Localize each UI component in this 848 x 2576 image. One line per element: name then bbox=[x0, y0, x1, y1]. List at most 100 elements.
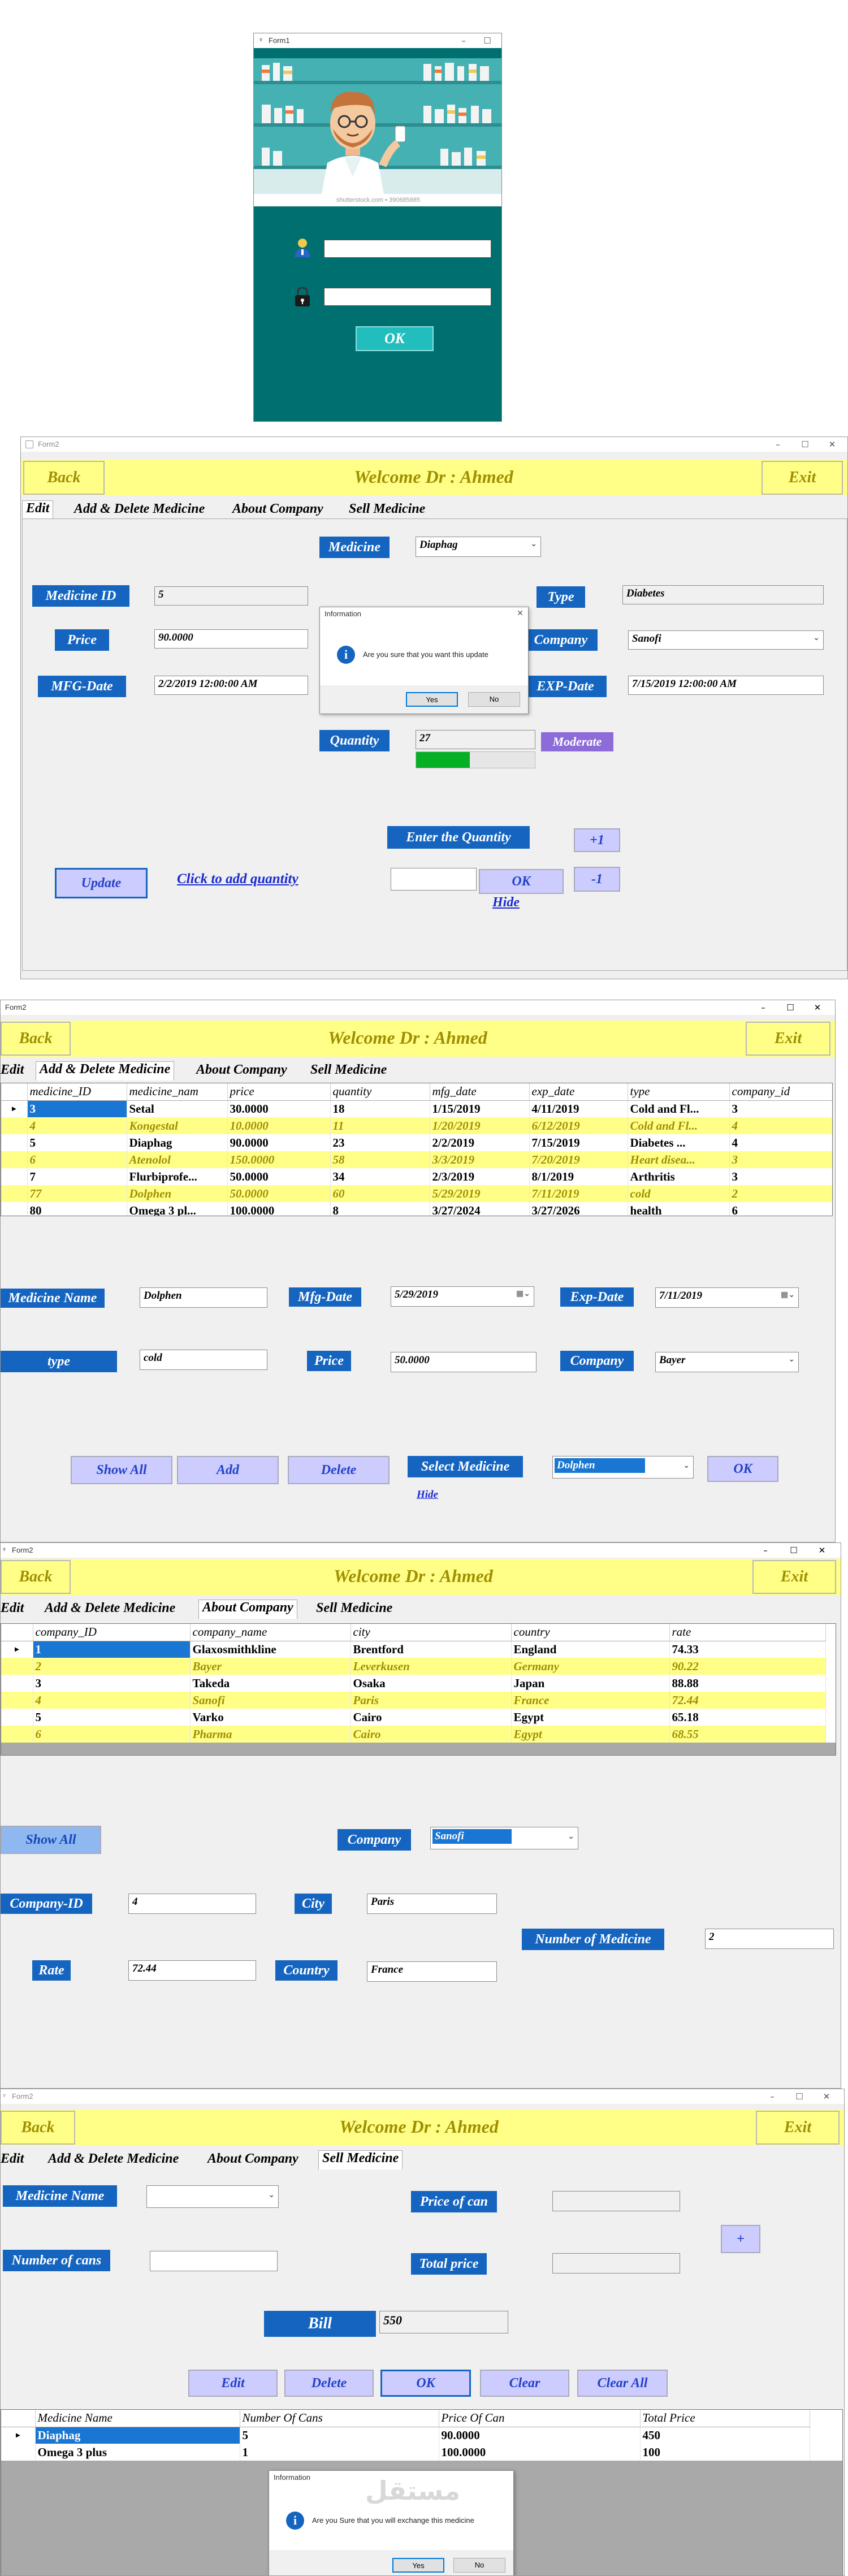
type-input[interactable]: cold bbox=[140, 1350, 267, 1370]
table-cell[interactable]: Sanofi bbox=[190, 1692, 351, 1709]
table-cell[interactable]: 2 bbox=[729, 1185, 832, 1202]
ok-button[interactable]: OK bbox=[380, 2370, 471, 2397]
close-icon[interactable]: ✕ bbox=[804, 1001, 830, 1014]
row-header[interactable] bbox=[1, 1151, 28, 1168]
table-cell[interactable]: Cairo bbox=[351, 1726, 512, 1743]
table-cell[interactable]: 7/15/2019 bbox=[529, 1134, 628, 1151]
username-input[interactable] bbox=[324, 240, 491, 258]
rate-field[interactable]: 72.44 bbox=[128, 1960, 256, 1981]
table-cell[interactable]: Takeda bbox=[190, 1675, 351, 1692]
table-cell[interactable]: 5 bbox=[33, 1709, 191, 1726]
table-cell[interactable]: 3 bbox=[729, 1100, 832, 1117]
country-field[interactable]: France bbox=[367, 1961, 497, 1982]
table-cell[interactable]: Diaphag bbox=[35, 2427, 240, 2444]
exit-button[interactable]: Exit bbox=[746, 1022, 830, 1056]
current-row-arrow-icon[interactable]: ▸ bbox=[1, 1641, 33, 1658]
table-cell[interactable]: 5/29/2019 bbox=[430, 1185, 530, 1202]
table-cell[interactable]: 23 bbox=[330, 1134, 430, 1151]
table-cell[interactable]: 5 bbox=[27, 1134, 127, 1151]
add-button[interactable]: Add bbox=[177, 1456, 279, 1484]
column-header[interactable]: company_id bbox=[729, 1083, 832, 1101]
table-cell[interactable]: Egypt bbox=[511, 1709, 670, 1726]
row-header[interactable] bbox=[1, 1202, 28, 1216]
medicine-id-field[interactable]: 5 bbox=[154, 586, 308, 606]
row-header[interactable] bbox=[1, 1185, 28, 1202]
table-cell[interactable]: Setal bbox=[127, 1100, 228, 1117]
tab-add-delete[interactable]: Add & Delete Medicine bbox=[36, 1061, 175, 1080]
maximize-icon[interactable]: ☐ bbox=[786, 2090, 812, 2103]
exp-date-picker[interactable]: 7/11/2019 ▦⌄ bbox=[655, 1287, 799, 1308]
tab-add-delete[interactable]: Add & Delete Medicine bbox=[45, 1601, 175, 1616]
table-cell[interactable]: Bayer bbox=[190, 1658, 351, 1675]
table-cell[interactable]: Flurbiprofe... bbox=[127, 1168, 228, 1185]
tab-edit[interactable]: Edit bbox=[1, 1062, 24, 1078]
table-cell[interactable]: 7 bbox=[27, 1168, 127, 1185]
company-select[interactable]: Sanofi ⌄ bbox=[628, 630, 824, 650]
table-cell[interactable]: Paris bbox=[351, 1692, 512, 1709]
column-header[interactable]: type bbox=[628, 1083, 730, 1101]
price-field[interactable]: 90.0000 bbox=[154, 629, 308, 649]
maximize-icon[interactable]: ☐ bbox=[781, 1544, 807, 1557]
tab-about-company[interactable]: About Company bbox=[232, 502, 323, 517]
table-cell[interactable]: Omega 3 plus bbox=[35, 2444, 240, 2461]
hide-link[interactable]: Hide bbox=[417, 1489, 438, 1501]
show-all-button[interactable]: Show All bbox=[1, 1826, 101, 1854]
select-medicine-combo[interactable]: Dolphen ⌄ bbox=[552, 1456, 694, 1479]
table-cell[interactable]: 68.55 bbox=[669, 1726, 826, 1743]
table-cell[interactable]: 4 bbox=[33, 1692, 191, 1709]
row-header[interactable] bbox=[1, 1675, 33, 1692]
table-cell[interactable]: 60 bbox=[330, 1185, 430, 1202]
tab-about-company[interactable]: About Company bbox=[198, 1600, 297, 1619]
column-header[interactable]: rate bbox=[669, 1624, 826, 1641]
table-cell[interactable]: 1 bbox=[33, 1641, 191, 1658]
tab-edit[interactable]: Edit bbox=[1, 2151, 24, 2167]
table-cell[interactable]: 65.18 bbox=[669, 1709, 826, 1726]
column-header[interactable]: medicine_ID bbox=[27, 1083, 127, 1101]
column-header[interactable]: Medicine Name bbox=[35, 2410, 240, 2427]
table-cell[interactable]: Diaphag bbox=[127, 1134, 228, 1151]
table-cell[interactable]: 3/27/2024 bbox=[430, 1202, 530, 1216]
row-header[interactable] bbox=[1, 1692, 33, 1709]
exit-button[interactable]: Exit bbox=[762, 461, 843, 495]
tab-sell-medicine[interactable]: Sell Medicine bbox=[310, 1062, 387, 1078]
table-cell[interactable]: 7/11/2019 bbox=[529, 1185, 628, 1202]
column-header[interactable]: Total Price bbox=[640, 2410, 810, 2427]
table-cell[interactable]: Glaxosmithkline bbox=[190, 1641, 351, 1658]
table-cell[interactable]: Osaka bbox=[351, 1675, 512, 1692]
table-cell[interactable]: 8 bbox=[330, 1202, 430, 1216]
type-field[interactable]: Diabetes bbox=[622, 585, 824, 604]
show-all-button[interactable]: Show All bbox=[71, 1456, 172, 1484]
click-to-add-quantity-link[interactable]: Click to add quantity bbox=[177, 871, 298, 887]
table-cell[interactable]: England bbox=[511, 1641, 670, 1658]
table-cell[interactable]: 4 bbox=[729, 1134, 832, 1151]
table-cell[interactable]: 6 bbox=[729, 1202, 832, 1216]
maximize-icon[interactable]: ☐ bbox=[474, 34, 500, 47]
table-cell[interactable]: 8/1/2019 bbox=[529, 1168, 628, 1185]
table-cell[interactable]: Egypt bbox=[511, 1726, 670, 1743]
row-header[interactable] bbox=[1, 1168, 28, 1185]
table-row[interactable]: 4 Sanofi Paris France 72.44 bbox=[1, 1692, 836, 1709]
exit-button[interactable]: Exit bbox=[756, 2111, 840, 2145]
column-header[interactable]: company_ID bbox=[33, 1624, 191, 1641]
maximize-icon[interactable]: ☐ bbox=[792, 438, 818, 451]
tab-sell-medicine[interactable]: Sell Medicine bbox=[318, 2150, 403, 2169]
minimize-icon[interactable]: – bbox=[752, 1544, 778, 1557]
exp-date-field[interactable]: 7/15/2019 12:00:00 AM bbox=[628, 676, 824, 695]
dialog-no-button[interactable]: No bbox=[453, 2558, 505, 2573]
plus-one-button[interactable]: +1 bbox=[574, 828, 620, 852]
table-row[interactable]: 7 Flurbiprofe... 50.0000 34 2/3/2019 8/1/2019… bbox=[1, 1168, 832, 1185]
table-row[interactable]: 6 Pharma Cairo Egypt 68.55 bbox=[1, 1726, 836, 1743]
table-cell[interactable]: Diabetes ... bbox=[628, 1134, 730, 1151]
row-header[interactable] bbox=[1, 1726, 33, 1743]
row-header[interactable] bbox=[1, 1117, 28, 1134]
table-cell[interactable]: 450 bbox=[640, 2427, 810, 2444]
table-cell[interactable]: cold bbox=[628, 1185, 730, 1202]
table-row[interactable]: 6 Atenolol 150.0000 58 3/3/2019 7/20/2019 Hear… bbox=[1, 1151, 832, 1168]
table-cell[interactable]: 10.0000 bbox=[227, 1117, 331, 1134]
maximize-icon[interactable]: ☐ bbox=[777, 1001, 803, 1014]
table-cell[interactable]: 11 bbox=[330, 1117, 430, 1134]
column-header[interactable]: country bbox=[511, 1624, 670, 1641]
table-cell[interactable]: 3 bbox=[729, 1168, 832, 1185]
company-id-field[interactable]: 4 bbox=[128, 1894, 256, 1914]
mfg-date-picker[interactable]: 5/29/2019 ▦⌄ bbox=[391, 1286, 534, 1307]
